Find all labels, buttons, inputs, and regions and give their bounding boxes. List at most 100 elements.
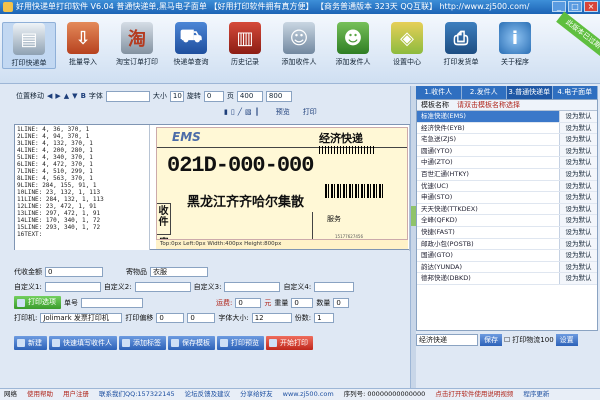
template-row[interactable]: 邮政小包(POSTB) 设为默认 [417,238,597,251]
rotate-field[interactable]: 0 [203,90,224,102]
qty-field[interactable]: 0 [333,297,350,308]
print-options-button[interactable]: 打印选项 [14,296,61,309]
waybill-preview[interactable]: EMS 经济快递 021D-000-000 黑龙江齐齐哈尔集散 收件 服务 寄 … [156,127,408,240]
website-link[interactable]: www.zj500.com [283,389,334,400]
update-link[interactable]: 程序更新 [523,389,549,400]
move-right-icon[interactable]: ▶ [55,92,60,100]
toolbar-taobao-orders[interactable]: 淘淘宝订单打印 [110,22,164,67]
template-name[interactable]: 快捷(FAST) [417,227,559,238]
template-row[interactable]: 申通(STO) 设为默认 [417,192,597,204]
tab-recipient[interactable]: 1.收件人 [416,86,462,99]
item-field[interactable]: 衣服 [150,266,208,277]
custom2-field[interactable] [134,281,191,292]
tab-standard-waybill[interactable]: 3.普通快递单 [507,86,553,99]
print-button[interactable]: 打印 [303,107,317,117]
set-default-button[interactable]: 设为默认 [559,203,597,215]
set-default-button[interactable]: 设为默认 [559,250,597,261]
add-label-button[interactable]: 添加标签 [119,336,166,350]
move-up-icon[interactable]: ▲ [64,92,69,100]
template-name[interactable]: 德邦快递(DBKD) [417,273,559,284]
template-row[interactable]: 优速(UC) 设为默认 [417,180,597,193]
barcode[interactable] [325,184,383,198]
template-name[interactable]: 韵达(YUNDA) [417,262,559,273]
toolbar-history[interactable]: ▥ 历史记录 [218,22,272,67]
template-name[interactable]: 国通(GTO) [417,250,559,261]
template-row[interactable]: 宅急送(ZJS) 设为默认 [417,134,597,146]
toolbar-about[interactable]: i 关于程序 [488,22,542,67]
template-row[interactable]: 圆通(YTO) 设为默认 [417,145,597,158]
service-type[interactable]: 经济快递 [319,130,363,146]
move-left-icon[interactable]: ◀ [47,92,52,100]
copies-field[interactable]: 1 [314,312,335,323]
share-link[interactable]: 分享给好友 [240,389,273,400]
quick-fill-recipient-button[interactable]: 快速填写收件人 [49,336,117,350]
toolbar-add-recipient[interactable]: ☺ 添加收件人 [272,22,326,67]
template-row[interactable]: 国通(GTO) 设为默认 [417,250,597,262]
template-name[interactable]: 标准快递(EMS) [417,111,559,122]
show-all-checkbox[interactable]: ☐ [504,336,510,344]
set-default-button[interactable]: 设为默认 [559,145,597,157]
offset-x-field[interactable]: 0 [156,312,185,323]
template-row[interactable]: 标准快递(EMS) 设为默认 [417,111,597,123]
template-name[interactable]: 宅急送(ZJS) [417,134,559,145]
set-default-button[interactable]: 设为默认 [559,238,597,250]
template-row[interactable]: 全峰(QFKD) 设为默认 [417,215,597,227]
destination[interactable]: 黑龙江齐齐哈尔集散 [187,191,304,210]
tab-sender[interactable]: 2.发件人 [462,86,507,99]
align-left-icon[interactable]: ▮ [224,108,228,116]
start-print-button[interactable]: 开始打印 [266,336,313,350]
custom3-field[interactable] [224,281,281,292]
set-default-button[interactable]: 设为默认 [559,111,597,122]
tracking-field[interactable] [81,297,143,308]
printer-select[interactable]: Jolimark 发票打印机 [40,312,123,323]
new-button[interactable]: 新建 [14,336,47,350]
set-default-button[interactable]: 设为默认 [559,261,597,273]
maximize-button[interactable]: □ [568,1,582,12]
design-canvas[interactable]: 1LINE: 4, 36, 370, 1 2LINE: 4, 94, 370, … [14,124,416,251]
set-default-button[interactable]: 设为默认 [559,215,597,226]
shipping-field[interactable]: 0 [235,297,262,308]
courier-filter-select[interactable]: 经济快递 [416,334,478,346]
offset-y-field[interactable]: 0 [187,312,216,323]
set-default-button[interactable]: 设为默认 [559,273,597,284]
set-default-button[interactable]: 设为默认 [559,180,597,192]
save-template-button[interactable]: 保存模板 [168,336,215,350]
align-center-icon[interactable]: ▯ [231,108,235,116]
barcode-icon[interactable]: ║ [255,108,259,116]
page-width-field[interactable]: 400 [236,90,263,102]
print-preview-button[interactable]: 打印预览 [217,336,264,350]
set-default-button[interactable]: 设为默认 [559,192,597,203]
toolbar-add-sender[interactable]: ☻ 添加发件人 [326,22,380,67]
template-name[interactable]: 经济快件(EYB) [417,123,559,134]
move-down-icon[interactable]: ▼ [72,92,77,100]
cod-field[interactable]: 0 [45,266,103,277]
template-name[interactable]: 申通(STO) [417,192,559,203]
set-default-button[interactable]: 设为默认 [559,226,597,238]
preview-button[interactable]: 预览 [276,107,290,117]
set-default-button[interactable]: 设为默认 [559,122,597,134]
toolbar-print-waybill[interactable]: ▤ 打印快递单 [2,22,56,69]
set-default-button[interactable]: 设为默认 [559,157,597,168]
font-size-select[interactable]: 12 [251,312,292,323]
page-height-field[interactable]: 800 [265,90,292,102]
close-button[interactable]: × [584,1,598,12]
template-name[interactable]: 全峰(QFKD) [417,215,559,226]
image-icon[interactable]: ▧ [245,108,252,116]
custom1-field[interactable] [44,281,101,292]
video-link[interactable]: 点击打开软件使用说明视频 [435,389,513,400]
size-field[interactable]: 10 [169,90,184,102]
template-row[interactable]: 百世汇通(HTKY) 设为默认 [417,168,597,181]
font-select[interactable] [105,90,150,102]
template-row[interactable]: 韵达(YUNDA) 设为默认 [417,261,597,274]
template-row[interactable]: 快捷(FAST) 设为默认 [417,226,597,239]
template-name[interactable]: 天天快递(TTKDEX) [417,204,559,215]
template-name[interactable]: 圆通(YTO) [417,146,559,157]
register-link[interactable]: 用户注册 [63,389,89,400]
weight-field[interactable]: 0 [291,297,314,308]
coordinate-list[interactable]: 1LINE: 4, 36, 370, 1 2LINE: 4, 94, 370, … [15,125,150,250]
toolbar-waybill-query[interactable]: ⛟ 快递单查询 [164,22,218,67]
toolbar-print-invoice[interactable]: ⎙ 打印发货单 [434,22,488,67]
line-icon[interactable]: ╱ [238,108,242,116]
save-filter-button[interactable]: 保存 [480,334,502,346]
template-row[interactable]: 经济快件(EYB) 设为默认 [417,122,597,135]
